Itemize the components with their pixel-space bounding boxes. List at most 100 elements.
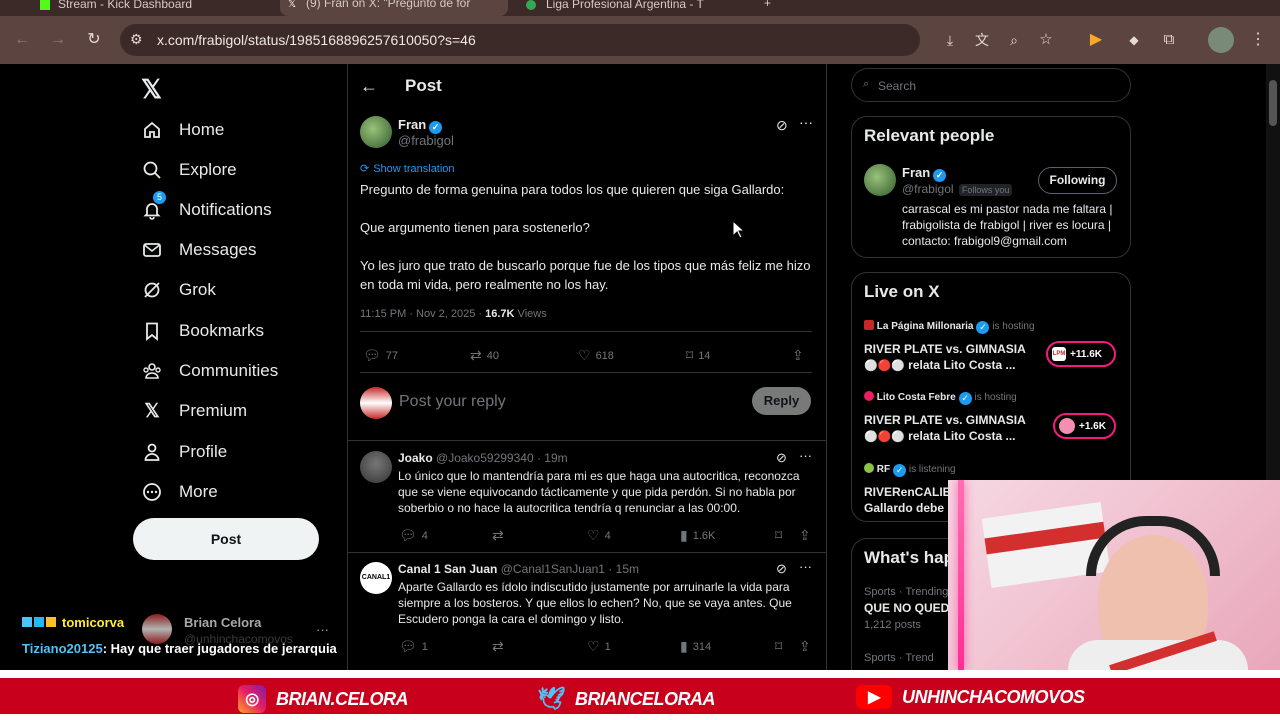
like-action[interactable]: ♡ 4: [587, 527, 611, 544]
forward-icon[interactable]: →: [46, 28, 70, 52]
extensions-puzzle-icon[interactable]: ⧉: [1157, 28, 1181, 52]
browser-menu-icon[interactable]: ⋮: [1246, 28, 1270, 52]
views-action[interactable]: ▮ 1.6K: [680, 527, 715, 544]
translate-icon: ⟳: [360, 163, 370, 175]
show-translation-link[interactable]: ⟳ Show translation: [360, 162, 455, 175]
reply-meta[interactable]: @Joako59299340 · 19m: [436, 451, 568, 465]
person-handle-row: @frabigol Follows you: [902, 182, 1013, 196]
person-name[interactable]: Fran: [902, 165, 930, 180]
repost-action[interactable]: ⇄: [492, 638, 504, 655]
address-bar[interactable]: ⚙ x.com/frabigol/status/1985168896257610…: [120, 24, 920, 56]
reply-avatar[interactable]: [360, 451, 392, 483]
reply-input[interactable]: Post your reply: [399, 393, 506, 411]
share-action[interactable]: ⇪: [799, 527, 811, 544]
bookmark-star-icon[interactable]: ☆: [1034, 28, 1058, 52]
youtube-handle: UNHINCHACOMOVOS: [902, 686, 1085, 707]
bookmark-action[interactable]: ⌑: [775, 638, 782, 655]
bookmark-icon: [141, 320, 163, 342]
reply-meta[interactable]: @Canal1SanJuan1 · 15m: [501, 562, 639, 576]
reply-header: Joako @Joako59299340 · 19m: [398, 451, 568, 465]
behind-account-name: Brian Celora: [184, 615, 262, 630]
site-settings-icon[interactable]: ⚙: [130, 31, 143, 48]
bookmark-action[interactable]: ⌑ 14: [686, 347, 710, 364]
nav-bookmarks[interactable]: Bookmarks: [141, 316, 264, 346]
nav-notifications[interactable]: 5 Notifications: [141, 191, 272, 225]
live-thumb-icon: LPM: [1052, 347, 1066, 361]
bookmark-action[interactable]: ⌑: [775, 527, 782, 544]
person-name-row[interactable]: Fran ✓: [902, 165, 947, 182]
repost-action[interactable]: ⇄: [492, 527, 504, 544]
like-action[interactable]: ♡ 1: [587, 638, 611, 655]
more-options-icon[interactable]: ···: [799, 448, 812, 463]
author-name-row[interactable]: Fran ✓: [398, 117, 443, 134]
author-name[interactable]: Fran: [398, 117, 426, 132]
reply-action[interactable]: 💬︎ 77: [363, 347, 398, 364]
extension-play-icon[interactable]: ▶: [1084, 28, 1108, 52]
share-action[interactable]: ⇪: [792, 347, 804, 364]
nav-grok[interactable]: Grok: [141, 275, 216, 305]
notification-badge: 5: [153, 191, 166, 204]
browser-tab-kick[interactable]: Stream - Kick Dashboard: [40, 0, 270, 16]
nav-profile[interactable]: Profile: [141, 437, 227, 467]
extension-diamond-icon[interactable]: ◆: [1122, 28, 1146, 52]
reply-author-name[interactable]: Canal 1 San Juan: [398, 562, 497, 576]
grok-icon[interactable]: ⊘: [776, 561, 787, 577]
live-host-row[interactable]: La Página Millonaria ✓ is hosting: [864, 320, 1035, 334]
like-action[interactable]: ♡ 618: [578, 347, 614, 364]
share-action[interactable]: ⇪: [799, 638, 811, 655]
share-icon: ⇪: [792, 347, 804, 363]
search-input[interactable]: ⌕ Search: [851, 68, 1131, 102]
tweet-timestamp[interactable]: 11:15 PM · Nov 2, 2025 ·: [360, 308, 485, 320]
grok-icon[interactable]: ⊘: [776, 450, 787, 466]
host-avatar: [864, 320, 874, 330]
repost-action[interactable]: ⇄ 40: [470, 347, 499, 364]
author-avatar[interactable]: [360, 116, 392, 148]
more-options-icon[interactable]: ···: [799, 559, 812, 574]
more-options-icon[interactable]: ···: [799, 114, 813, 130]
reply-author-name[interactable]: Joako: [398, 451, 433, 465]
url-text[interactable]: x.com/frabigol/status/198516889625761005…: [157, 32, 476, 48]
install-app-icon[interactable]: ⤓: [938, 28, 962, 52]
person-handle[interactable]: @frabigol: [902, 182, 954, 196]
live-title[interactable]: RIVER PLATE vs. GIMNASIA ⚪🔴⚪ relata Lito…: [864, 341, 1026, 374]
person-avatar[interactable]: [864, 164, 896, 196]
live-host-row[interactable]: Lito Costa Febre ✓ is hosting: [864, 391, 1017, 405]
nav-home[interactable]: Home: [141, 115, 224, 145]
trend-title[interactable]: QUE NO QUED: [864, 601, 949, 615]
reply-text: Aparte Gallardo es ídolo indiscutido jus…: [398, 580, 792, 626]
live-host-row[interactable]: RF ✓ is listening: [864, 463, 956, 477]
scrollbar-thumb[interactable]: [1269, 80, 1277, 126]
zoom-icon[interactable]: ⌕: [1002, 28, 1026, 52]
nav-explore[interactable]: Explore: [141, 155, 237, 185]
verified-badge-icon: ✓: [958, 392, 972, 405]
profile-avatar[interactable]: [1208, 27, 1234, 53]
nav-communities[interactable]: Communities: [141, 356, 278, 386]
reply-action[interactable]: 💬︎ 4: [399, 527, 428, 544]
heart-icon: ♡: [578, 347, 591, 363]
nav-messages[interactable]: Messages: [141, 235, 256, 265]
reply-avatar[interactable]: CANAL1: [360, 562, 392, 594]
live-listeners-pill[interactable]: LPM +11.6K: [1046, 341, 1116, 367]
back-arrow-icon[interactable]: ←: [360, 76, 378, 97]
back-icon[interactable]: ←: [10, 28, 34, 52]
author-handle[interactable]: @frabigol: [398, 133, 454, 148]
x-logo-icon: 𝕏: [288, 0, 297, 10]
views-action[interactable]: ▮ 314: [680, 638, 711, 655]
browser-tab-x[interactable]: 𝕏 (9) Fran on X: "Pregunto de for: [280, 0, 508, 16]
search-icon: ⌕: [863, 78, 870, 90]
live-listeners-pill[interactable]: +1.6K: [1053, 413, 1116, 439]
reload-icon[interactable]: ↻: [82, 28, 106, 52]
translate-icon[interactable]: 文: [970, 28, 994, 52]
post-button[interactable]: Post: [133, 518, 319, 560]
nav-more[interactable]: More: [141, 477, 218, 507]
live-title[interactable]: RIVERenCALIE Gallardo debe i: [864, 484, 951, 516]
new-tab-button[interactable]: +: [764, 0, 776, 16]
nav-premium[interactable]: 𝕏 Premium: [141, 396, 247, 426]
browser-tab-liga[interactable]: Liga Profesional Argentina - T: [520, 0, 750, 16]
x-logo-icon[interactable]: 𝕏: [141, 74, 162, 105]
following-button[interactable]: Following: [1038, 167, 1117, 194]
grok-icon[interactable]: ⊘: [776, 117, 788, 134]
reply-action[interactable]: 💬︎ 1: [399, 638, 428, 655]
live-title[interactable]: RIVER PLATE vs. GIMNASIA ⚪🔴⚪ relata Lito…: [864, 412, 1026, 445]
reply-button[interactable]: Reply: [752, 387, 811, 415]
